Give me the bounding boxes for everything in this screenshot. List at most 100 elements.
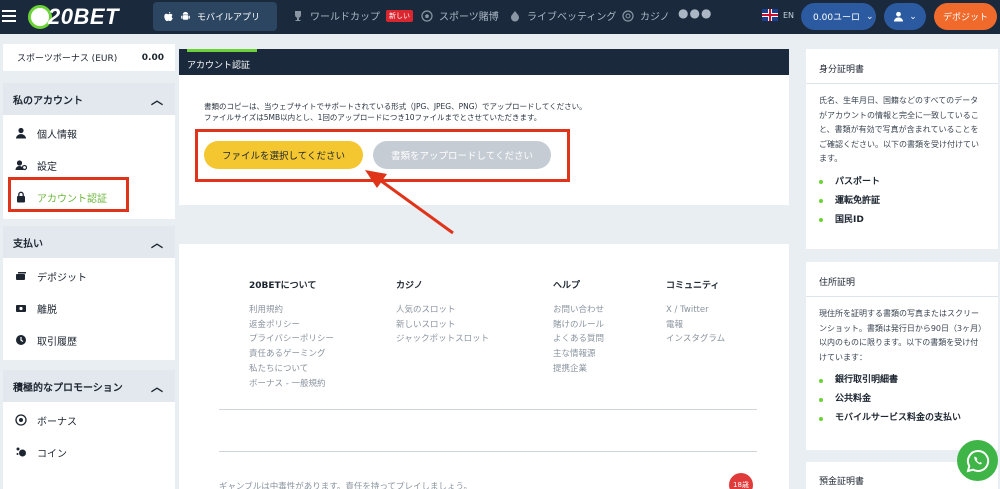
language-selector[interactable]: EN [762, 9, 794, 21]
identity-document-description: 氏名、生年月日、国籍などのすべてのデータがアカウントの情報と完全に一致しているこ… [819, 96, 979, 164]
bullet-icon [819, 199, 823, 204]
footer-link[interactable]: 責任あるゲーミング [249, 347, 334, 362]
footer-link[interactable]: 提携企業 [553, 362, 604, 377]
footer-divider [219, 451, 757, 452]
logo[interactable]: 20BET [28, 2, 128, 32]
footer-column-title: 20BETについて [249, 281, 317, 291]
footer-link[interactable]: ボーナス - 一般規約 [249, 377, 334, 392]
chevron-up-icon: ︿ [150, 92, 163, 107]
verification-desc-line-1: 書類のコピーは、当ウェブサイトでサポートされている形式（JPG、JPEG、PNG… [204, 102, 587, 111]
sidebar-item-deposit[interactable]: デポジット [3, 260, 175, 292]
balance-button[interactable]: 0.00ユーロ ⌄ [801, 3, 876, 30]
address-proof-description: 現住所を証明する書類の写真またはスクリーンショット。書類は発行日から90日（3ヶ… [819, 309, 983, 362]
footer-link[interactable]: お問い合わせ [553, 303, 604, 318]
list-item-label: モバイルサービス料金の支払い [835, 413, 962, 424]
sidebar-item-label: コイン [37, 448, 67, 460]
menu-icon[interactable] [2, 10, 16, 22]
sports-bonus-value: 0.00 [141, 52, 164, 63]
identity-document-title: 身分証明書 [806, 49, 998, 84]
deposit-button[interactable]: デポジット [934, 3, 997, 30]
list-item: パスポート [819, 173, 998, 192]
bullet-icon [819, 218, 823, 223]
verification-header: アカウント認証 [179, 49, 789, 75]
sidebar-item-withdraw[interactable]: 離脱 [3, 292, 175, 324]
list-item-label: 公共料金 [835, 394, 872, 405]
list-item-label: パスポート [835, 176, 881, 187]
verification-instructions: 書類のコピーは、当ウェブサイトでサポートされている形式（JPG、JPEG、PNG… [204, 101, 587, 123]
verification-accent-bar [187, 49, 257, 52]
withdraw-icon [16, 305, 26, 312]
list-item-label: 国民ID [835, 214, 864, 225]
history-icon [16, 335, 26, 345]
payments-section-header[interactable]: 支払い ︿ [3, 226, 175, 258]
deposit-icon [16, 272, 26, 280]
account-section-header[interactable]: 私のアカウント ︿ [3, 83, 175, 115]
footer-column-title: コミュニティ [666, 281, 720, 291]
footer-link[interactable]: 人気のスロット [396, 303, 489, 318]
footer-column-casino: カジノ 人気のスロット 新しいスロット ジャックポットスロット [396, 278, 489, 347]
nav-casino[interactable]: カジノ [622, 8, 670, 23]
coin-icon [16, 447, 26, 457]
promotions-section-header[interactable]: 積極的なプロモーション ︿ [3, 370, 175, 402]
sidebar-item-label: 個人情報 [37, 129, 77, 141]
list-item-label: 運転免許証 [835, 195, 881, 206]
payments-section-title: 支払い [13, 238, 43, 250]
sidebar-item-history[interactable]: 取引履歴 [3, 324, 175, 356]
identity-document-card: 身分証明書 氏名、生年月日、国籍などのすべてのデータがアカウントの情報と完全に一… [806, 49, 998, 249]
mobile-app-button[interactable]: モバイルアプリ [153, 2, 277, 31]
more-menu-icon[interactable]: ●●● [678, 6, 712, 20]
footer-link[interactable]: 賭けのルール [553, 318, 604, 333]
list-item: 公共料金 [819, 390, 998, 409]
footer-link[interactable]: 新しいスロット [396, 318, 489, 333]
sidebar-item-label: ボーナス [37, 416, 77, 428]
footer-link[interactable]: よくある質問 [553, 332, 604, 347]
footer-link[interactable]: X / Twitter [666, 303, 725, 318]
footer-column-about: 20BETについて 利用規約 返金ポリシー プライバシーポリシー 責任あるゲーミ… [249, 278, 334, 391]
footer-column-title: ヘルプ [553, 281, 581, 291]
settings-icon [15, 160, 27, 171]
nav-world-cup-label: ワールドカップ [310, 12, 380, 23]
footer-link[interactable]: 私たちについて [249, 362, 334, 377]
footer-link[interactable]: ジャックポットスロット [396, 332, 489, 347]
footer-link[interactable]: 主な情報源 [553, 347, 604, 362]
sidebar-item-bonus[interactable]: ボーナス [3, 404, 175, 436]
list-item: モバイルサービス料金の支払い [819, 409, 998, 428]
nav-sports-label: スポーツ賭博 [439, 12, 499, 23]
top-bar: 20BET モバイルアプリ ワールドカップ 新しい スポーツ賭博 ライブベッティ… [0, 0, 1000, 34]
footer-link[interactable]: 電報 [666, 318, 725, 333]
annotation-arrow-icon [365, 170, 454, 235]
sidebar-item-personal-info[interactable]: 個人情報 [3, 117, 175, 149]
list-item: 銀行取引明細書 [819, 371, 998, 390]
person-icon [16, 127, 26, 139]
verification-title: アカウント認証 [187, 61, 251, 71]
live-icon [511, 10, 519, 21]
nav-live-label: ライブベッティング [527, 12, 617, 23]
footer-link[interactable]: インスタグラム [666, 332, 725, 347]
footer-link[interactable]: プライバシーポリシー [249, 332, 334, 347]
user-icon [894, 11, 904, 22]
account-section-title: 私のアカウント [13, 95, 83, 107]
whatsapp-chat-icon [966, 449, 989, 472]
chat-button[interactable] [957, 440, 998, 481]
footer-link[interactable]: 利用規約 [249, 303, 334, 318]
age-restriction-badge: 18歳 [729, 473, 753, 489]
payments-section: 支払い ︿ デポジット 離脱 取引履歴 [3, 226, 175, 360]
user-menu-button[interactable]: ⌄ [884, 3, 926, 30]
uk-flag-icon [762, 9, 778, 21]
verification-desc-line-2: ファイルサイズは5MB以内とし、1回のアップロードにつき10ファイルまでとさせて… [204, 113, 542, 122]
address-proof-title: 住所証明 [806, 262, 998, 297]
address-proof-card: 住所証明 現住所を証明する書類の写真またはスクリーンショット。書類は発行日から9… [806, 262, 998, 450]
annotation-highlight-sidebar [8, 177, 129, 212]
address-proof-list: 銀行取引明細書 公共料金 モバイルサービス料金の支払い [806, 365, 998, 428]
bonus-icon [15, 414, 27, 426]
nav-world-cup[interactable]: ワールドカップ 新しい [292, 8, 413, 23]
footer-link[interactable]: 返金ポリシー [249, 318, 334, 333]
nav-casino-label: カジノ [640, 12, 670, 23]
nav-live[interactable]: ライブベッティング [509, 8, 616, 23]
sidebar-item-label: 設定 [37, 161, 57, 173]
nav-sports[interactable]: スポーツ賭博 [421, 8, 499, 23]
promotions-section-title: 積極的なプロモーション [13, 382, 123, 394]
sidebar-item-coins[interactable]: コイン [3, 436, 175, 468]
bullet-icon [819, 180, 823, 185]
sports-bonus-row: スポーツボーナス (EUR) 0.00 [3, 44, 175, 71]
